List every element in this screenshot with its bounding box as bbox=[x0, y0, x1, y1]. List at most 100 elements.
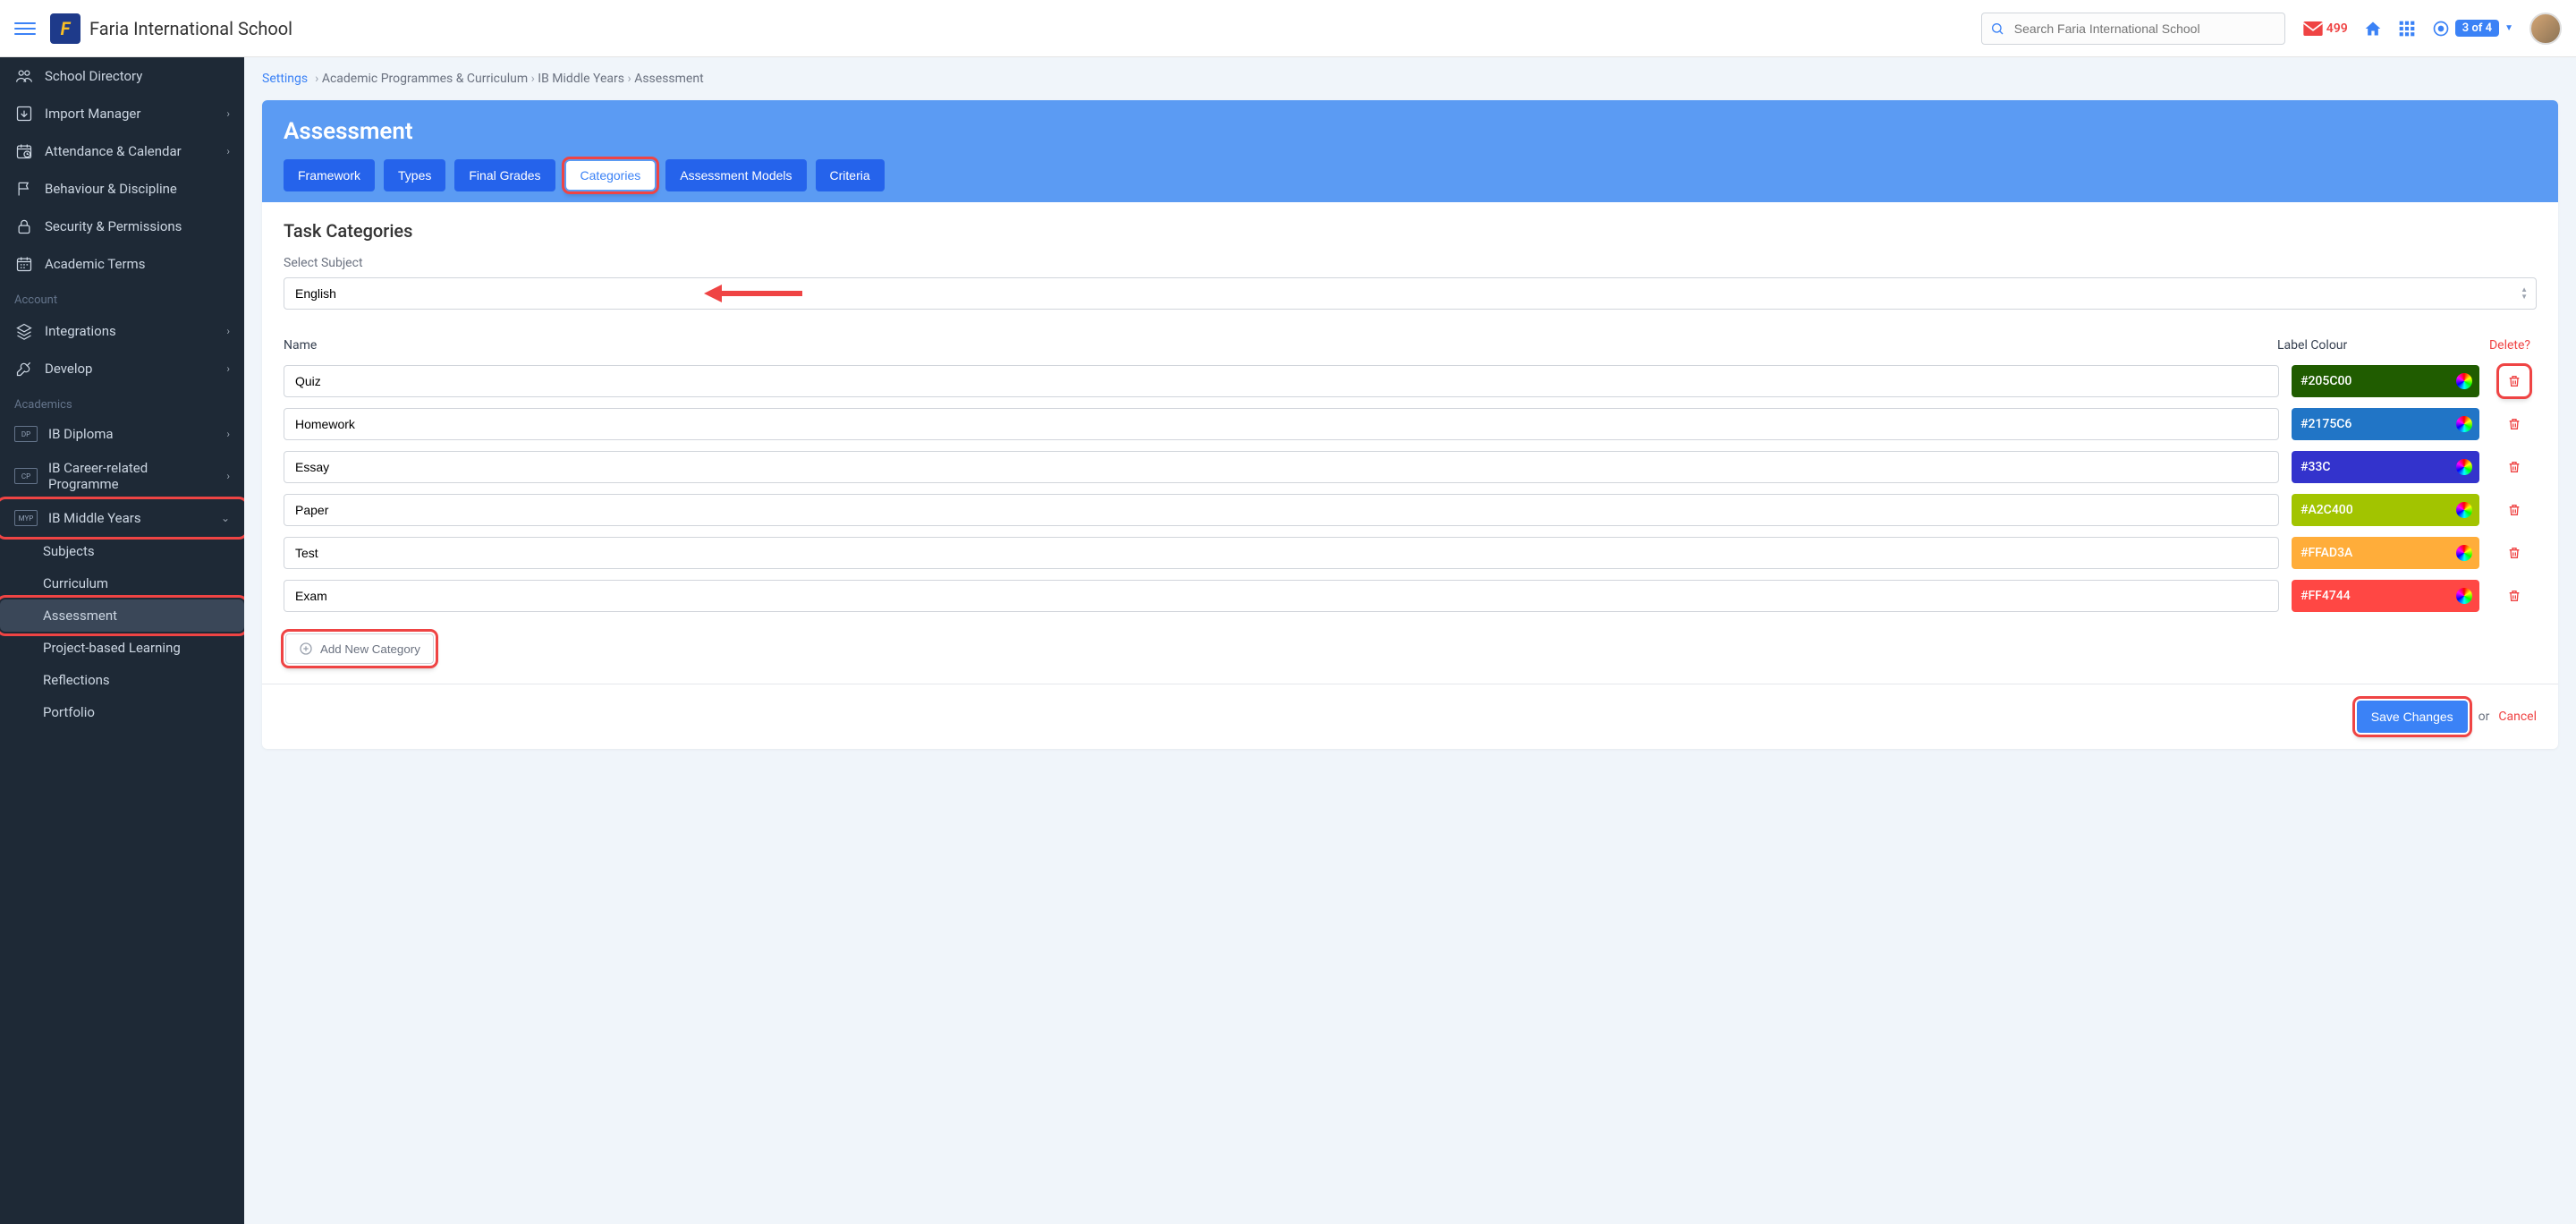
breadcrumb-item[interactable]: Academic Programmes & Curriculum bbox=[322, 72, 528, 86]
category-row: #33C bbox=[284, 446, 2537, 489]
sidebar-item-ib-career-related-programme[interactable]: CPIB Career-related Programme› bbox=[0, 451, 244, 501]
sidebar-item-integrations[interactable]: Integrations › bbox=[0, 312, 244, 350]
delete-button[interactable] bbox=[2501, 497, 2528, 523]
chevron-right-icon: › bbox=[226, 362, 230, 375]
category-row: #FFAD3A bbox=[284, 531, 2537, 574]
color-wheel-icon bbox=[2456, 545, 2472, 561]
programme-badge: MYP bbox=[14, 510, 38, 526]
tab-assessment-models[interactable]: Assessment Models bbox=[665, 159, 806, 191]
tab-framework[interactable]: Framework bbox=[284, 159, 375, 191]
home-icon[interactable] bbox=[2364, 20, 2382, 38]
cancel-link[interactable]: Cancel bbox=[2498, 710, 2537, 724]
sidebar-sub-curriculum[interactable]: Curriculum bbox=[0, 567, 244, 599]
delete-button[interactable] bbox=[2501, 454, 2528, 480]
sidebar-item-label: Develop bbox=[45, 361, 92, 377]
programme-badge: DP bbox=[14, 426, 38, 442]
chevron-down-icon: ⌄ bbox=[221, 512, 230, 524]
wrench-icon bbox=[14, 359, 34, 378]
chevron-right-icon: › bbox=[226, 325, 230, 337]
tab-criteria[interactable]: Criteria bbox=[816, 159, 885, 191]
search-input[interactable] bbox=[1981, 13, 2285, 45]
menu-toggle[interactable] bbox=[14, 18, 36, 39]
color-hex: #205C00 bbox=[2301, 374, 2351, 388]
color-wheel-icon bbox=[2456, 416, 2472, 432]
color-hex: #33C bbox=[2301, 460, 2331, 474]
breadcrumb-item[interactable]: Assessment bbox=[634, 72, 703, 86]
calendar-clock-icon bbox=[14, 141, 34, 161]
color-swatch[interactable]: #FFAD3A bbox=[2292, 537, 2479, 569]
col-delete: Delete? bbox=[2483, 338, 2537, 353]
sidebar-item-behaviour-discipline[interactable]: Behaviour & Discipline bbox=[0, 170, 244, 208]
subject-select-wrap: English ▲▼ bbox=[284, 277, 2537, 310]
color-swatch[interactable]: #FF4744 bbox=[2292, 580, 2479, 612]
tab-types[interactable]: Types bbox=[384, 159, 445, 191]
sidebar-item-security-permissions[interactable]: Security & Permissions bbox=[0, 208, 244, 245]
color-wheel-icon bbox=[2456, 373, 2472, 389]
delete-button[interactable] bbox=[2501, 540, 2528, 566]
sidebar-section-account: Account bbox=[0, 283, 244, 312]
section-title: Task Categories bbox=[284, 220, 2537, 242]
category-name-input[interactable] bbox=[284, 408, 2279, 440]
save-button[interactable]: Save Changes bbox=[2357, 701, 2468, 733]
sidebar: School DirectoryImport Manager›Attendanc… bbox=[0, 57, 244, 1224]
sidebar-sub-portfolio[interactable]: Portfolio bbox=[0, 696, 244, 728]
breadcrumb-item[interactable]: IB Middle Years bbox=[538, 72, 624, 86]
col-name: Name bbox=[284, 338, 2277, 353]
category-name-input[interactable] bbox=[284, 537, 2279, 569]
col-color: Label Colour bbox=[2277, 338, 2483, 353]
app-logo: F bbox=[50, 13, 80, 44]
sidebar-item-school-directory[interactable]: School Directory bbox=[0, 57, 244, 95]
breadcrumb-root[interactable]: Settings bbox=[262, 72, 308, 86]
apps-icon[interactable] bbox=[2398, 20, 2416, 38]
top-bar: F Faria International School 499 3 of 4 … bbox=[0, 0, 2576, 57]
school-name: Faria International School bbox=[89, 18, 292, 39]
sidebar-item-label: Attendance & Calendar bbox=[45, 143, 182, 159]
category-name-input[interactable] bbox=[284, 494, 2279, 526]
sidebar-item-ib-diploma[interactable]: DPIB Diploma› bbox=[0, 417, 244, 451]
breadcrumb-separator: › bbox=[315, 72, 318, 86]
color-swatch[interactable]: #2175C6 bbox=[2292, 408, 2479, 440]
counter-pill: 3 of 4 bbox=[2455, 20, 2499, 37]
sidebar-sub-assessment[interactable]: Assessment bbox=[0, 599, 244, 632]
sidebar-item-academic-terms[interactable]: Academic Terms bbox=[0, 245, 244, 283]
import-icon bbox=[14, 104, 34, 123]
sidebar-item-label: Integrations bbox=[45, 323, 116, 339]
color-swatch[interactable]: #205C00 bbox=[2292, 365, 2479, 397]
sidebar-item-label: Academic Terms bbox=[45, 256, 145, 272]
sidebar-sub-project-based-learning[interactable]: Project-based Learning bbox=[0, 632, 244, 664]
select-subject-label: Select Subject bbox=[284, 256, 2537, 270]
category-row: #2175C6 bbox=[284, 403, 2537, 446]
delete-button[interactable] bbox=[2501, 411, 2528, 438]
chevron-right-icon: › bbox=[226, 107, 230, 120]
tab-final-grades[interactable]: Final Grades bbox=[454, 159, 555, 191]
category-name-input[interactable] bbox=[284, 451, 2279, 483]
tab-row: Framework Types Final Grades Categories Asse… bbox=[284, 159, 2537, 202]
sidebar-sub-subjects[interactable]: Subjects bbox=[0, 535, 244, 567]
delete-button[interactable] bbox=[2501, 368, 2528, 395]
color-swatch[interactable]: #A2C400 bbox=[2292, 494, 2479, 526]
tour-counter[interactable]: 3 of 4 ▼ bbox=[2432, 20, 2513, 38]
table-header: Name Label Colour Delete? bbox=[284, 331, 2537, 360]
category-name-input[interactable] bbox=[284, 580, 2279, 612]
color-swatch[interactable]: #33C bbox=[2292, 451, 2479, 483]
chevron-right-icon: › bbox=[226, 428, 230, 440]
mail-button[interactable]: 499 bbox=[2303, 21, 2348, 36]
breadcrumb-separator: › bbox=[531, 72, 535, 86]
sidebar-item-import-manager[interactable]: Import Manager› bbox=[0, 95, 244, 132]
or-text: or bbox=[2479, 710, 2490, 724]
category-row: #A2C400 bbox=[284, 489, 2537, 531]
subject-select[interactable]: English bbox=[284, 277, 2537, 310]
user-avatar[interactable] bbox=[2529, 13, 2562, 45]
plus-circle-icon bbox=[299, 642, 313, 656]
delete-button[interactable] bbox=[2501, 582, 2528, 609]
category-name-input[interactable] bbox=[284, 365, 2279, 397]
sidebar-item-attendance-calendar[interactable]: Attendance & Calendar› bbox=[0, 132, 244, 170]
sidebar-item-develop[interactable]: Develop › bbox=[0, 350, 244, 387]
sidebar-item-ib-middle-years[interactable]: MYPIB Middle Years⌄ bbox=[0, 501, 244, 535]
search-icon bbox=[1990, 21, 2004, 36]
tab-categories[interactable]: Categories bbox=[566, 161, 656, 190]
panel-header: Assessment FrameworkTypesFinal GradesCat… bbox=[262, 100, 2558, 202]
sidebar-item-label: IB Career-related Programme bbox=[48, 460, 216, 492]
sidebar-sub-reflections[interactable]: Reflections bbox=[0, 664, 244, 696]
add-category-button[interactable]: Add New Category bbox=[285, 633, 434, 664]
